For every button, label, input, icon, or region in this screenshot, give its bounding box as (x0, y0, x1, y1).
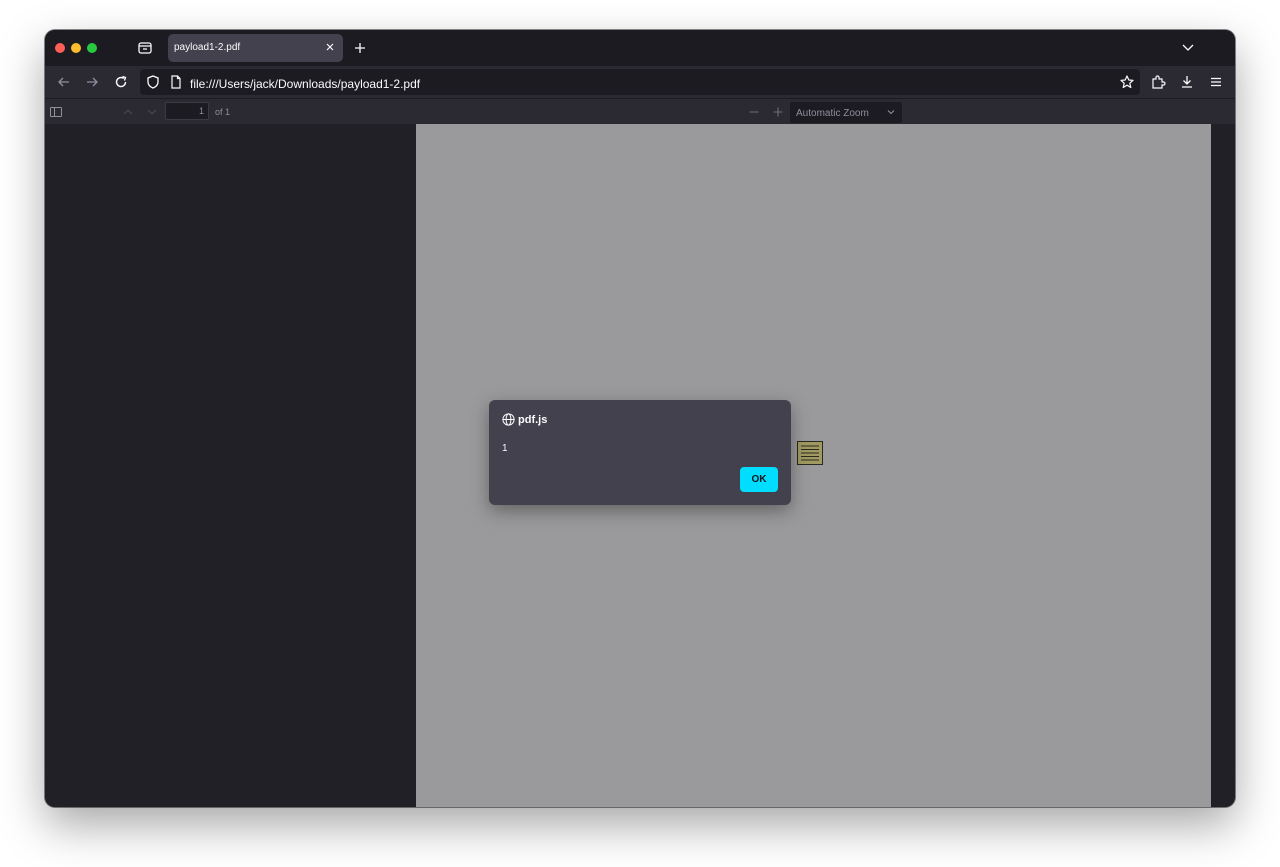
tab-active[interactable]: payload1-2.pdf (168, 34, 343, 62)
window-close-button[interactable] (55, 43, 65, 53)
sidebar-toggle-icon[interactable] (50, 106, 62, 118)
page-file-icon[interactable] (168, 74, 184, 90)
forward-arrow-icon[interactable] (84, 74, 100, 90)
ok-button[interactable]: OK (740, 467, 778, 492)
text-annotation-note-icon[interactable] (797, 441, 823, 465)
address-bar[interactable]: file:///Users/jack/Downloads/payload1-2.… (140, 69, 1140, 95)
chevron-down-icon (886, 107, 896, 117)
zoom-select-value: Automatic Zoom (796, 108, 869, 119)
downloads-icon[interactable] (1179, 74, 1195, 90)
dialog-message: 1 (502, 443, 508, 454)
tracking-shield-icon[interactable] (145, 74, 161, 90)
tab-strip: payload1-2.pdf (45, 30, 1235, 66)
zoom-select[interactable]: Automatic Zoom (790, 102, 902, 123)
firefox-view-icon[interactable] (136, 39, 154, 57)
app-menu-hamburger-icon[interactable] (1208, 74, 1224, 90)
tab-title: payload1-2.pdf (174, 42, 241, 53)
pdf-viewer-toolbar: 1 of 1 Automatic Zoom (45, 98, 1235, 124)
zoom-in-plus-icon[interactable] (772, 106, 784, 118)
new-tab-icon[interactable] (353, 41, 367, 55)
url-text[interactable]: file:///Users/jack/Downloads/payload1-2.… (190, 77, 420, 91)
back-arrow-icon[interactable] (56, 74, 72, 90)
reload-icon[interactable] (113, 74, 129, 90)
window-minimize-button[interactable] (71, 43, 81, 53)
page-number-input[interactable]: 1 (165, 102, 209, 120)
bookmark-star-icon[interactable] (1119, 74, 1135, 90)
window-maximize-button[interactable] (87, 43, 97, 53)
pdf-sidebar (45, 124, 416, 807)
globe-icon (502, 413, 515, 426)
previous-page-chevron-up-icon[interactable] (122, 106, 134, 118)
zoom-out-minus-icon[interactable] (748, 106, 760, 118)
page-count-label: of 1 (215, 107, 231, 117)
next-page-chevron-down-icon[interactable] (146, 106, 158, 118)
list-all-tabs-chevron-icon[interactable] (1181, 42, 1195, 54)
tab-close-icon[interactable] (323, 40, 337, 54)
browser-window: payload1-2.pdf file:///Users/jack/Downlo… (45, 30, 1235, 807)
dialog-title: pdf.js (518, 414, 548, 426)
viewer-scroll-gutter (1211, 124, 1235, 807)
extensions-puzzle-icon[interactable] (1150, 74, 1166, 90)
navigation-toolbar: file:///Users/jack/Downloads/payload1-2.… (45, 66, 1235, 98)
alert-dialog: pdf.js 1 OK (489, 400, 791, 505)
